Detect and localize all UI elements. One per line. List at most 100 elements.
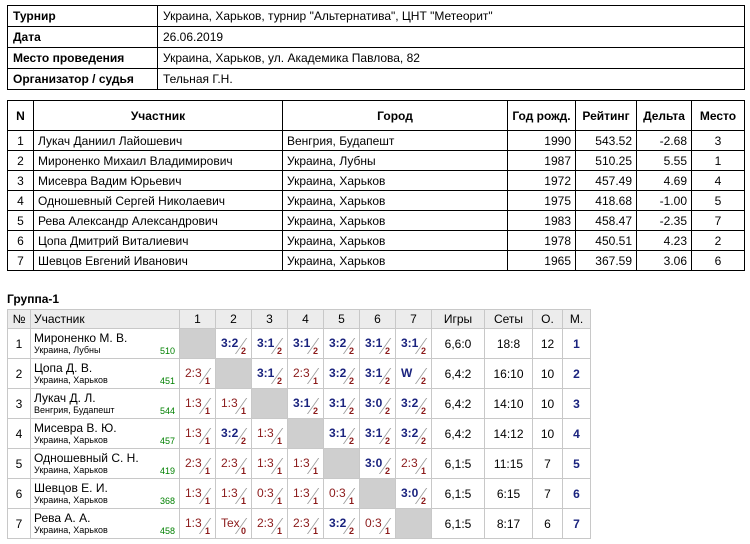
participant-birth-year: 1990: [507, 130, 576, 151]
match-result-cell: 3:1 2: [251, 358, 295, 389]
group-points: 7: [532, 448, 563, 479]
participant-birth-year: 1965: [507, 250, 576, 271]
match-score: 1:3: [257, 426, 274, 440]
group-games: 6,4:2: [431, 388, 485, 419]
group-player-name: Цопа Д. В.: [34, 360, 93, 375]
participant-city: Украина, Харьков: [282, 170, 508, 191]
participant-delta: -2.68: [636, 130, 692, 151]
match-score: Tex: [221, 516, 240, 530]
tournament-info-table: Турнир Украина, Харьков, турнир "Альтерн…: [7, 5, 745, 90]
col-header-participant: Участник: [33, 100, 283, 131]
match-score: 2:3: [257, 516, 274, 530]
match-points: 1: [240, 406, 246, 416]
group-player-rating: 451: [159, 376, 175, 386]
match-result-cell: 3:0 2: [359, 448, 403, 479]
match-result-cell: Tex 0: [215, 508, 259, 539]
match-result-cell: 1:3 1: [179, 388, 223, 419]
group-games: 6,6:0: [431, 328, 485, 359]
match-points: 1: [240, 496, 246, 506]
match-result-cell: 3:1 2: [287, 328, 331, 359]
match-points: 2: [384, 346, 390, 356]
group-player-city: Украина, Лубны: [34, 344, 101, 355]
match-score: 2:3: [185, 366, 202, 380]
group-player: Одношевный С. Н. Украина, Харьков 419: [30, 448, 180, 479]
participant-n: 3: [7, 170, 34, 191]
col-header-n: N: [7, 100, 34, 131]
participant-name: Мисевра Вадим Юрьевич: [33, 170, 283, 191]
group-points: 10: [532, 418, 563, 449]
participant-name: Рева Александр Александрович: [33, 210, 283, 231]
match-points: 1: [276, 466, 282, 476]
match-points: 1: [312, 376, 318, 386]
group-player-name: Лукач Д. Л.: [34, 390, 96, 405]
participant-birth-year: 1972: [507, 170, 576, 191]
participant-name: Лукач Даниил Лайошевич: [33, 130, 283, 151]
match-points: 2: [312, 346, 318, 356]
participant-birth-year: 1987: [507, 150, 576, 171]
match-result-cell: 3:1 2: [251, 328, 295, 359]
group-results-table: № Участник 1 2 3 4 5 6 7 Игры Сеты О. М.…: [7, 309, 591, 539]
match-result-cell: 3:0 2: [359, 388, 403, 419]
match-score: 3:0: [365, 396, 383, 410]
participant-row: 3 Мисевра Вадим Юрьевич Украина, Харьков 19…: [7, 170, 745, 191]
group-player: Мисевра В. Ю. Украина, Харьков 457: [30, 418, 180, 449]
match-points: 2: [384, 376, 390, 386]
match-points: 2: [348, 406, 354, 416]
group-col-place: М.: [562, 309, 591, 329]
match-result-cell: 3:2 2: [323, 358, 367, 389]
participant-place: 3: [691, 130, 745, 151]
group-player-rating: 419: [159, 466, 175, 476]
group-player-city: Украина, Харьков: [34, 464, 108, 475]
participant-row: 7 Шевцов Евгений Иванович Украина, Харьков…: [7, 250, 745, 271]
group-cell-self: [251, 388, 288, 419]
match-result-cell: 3:2 2: [323, 328, 367, 359]
match-score: 1:3: [257, 456, 274, 470]
col-header-birth-year: Год рожд.: [507, 100, 576, 131]
match-score: 2:3: [293, 516, 310, 530]
group-player-city: Украина, Харьков: [34, 524, 108, 535]
match-points: 1: [312, 496, 318, 506]
group-games: 6,4:2: [431, 358, 485, 389]
match-result-cell: 3:0 2: [395, 478, 439, 509]
match-result-cell: 3:2 2: [323, 508, 367, 539]
group-player-city: Украина, Харьков: [34, 494, 108, 505]
participant-n: 4: [7, 190, 34, 211]
match-result-cell: W2: [395, 358, 439, 389]
group-place: 3: [562, 388, 591, 419]
participant-name: Мироненко Михаил Владимирович: [33, 150, 283, 171]
info-label: Место проведения: [7, 47, 158, 69]
match-result-cell: 3:2 2: [395, 418, 439, 449]
group-col-participant: Участник: [30, 309, 180, 329]
match-score: 3:1: [365, 336, 383, 350]
participant-row: 2 Мироненко Михаил Владимирович Украина, Л…: [7, 150, 745, 171]
info-label: Турнир: [7, 5, 158, 27]
match-score: 0:3: [257, 486, 274, 500]
group-games: 6,4:2: [431, 418, 485, 449]
match-score: 3:2: [329, 366, 347, 380]
match-result-cell: 1:3 1: [179, 478, 223, 509]
group-cell-self: [287, 418, 324, 449]
match-points: 2: [348, 526, 354, 536]
match-score: 1:3: [293, 486, 310, 500]
col-header-city: Город: [282, 100, 508, 131]
match-result-cell: 3:1 2: [359, 328, 403, 359]
group-row-n: 5: [7, 448, 31, 479]
match-result-cell: 2:3 1: [179, 448, 223, 479]
match-result-cell: 2:3 1: [179, 358, 223, 389]
group-row-n: 6: [7, 478, 31, 509]
group-sets: 16:10: [484, 358, 533, 389]
participant-name: Цопа Дмитрий Виталиевич: [33, 230, 283, 251]
participant-city: Украина, Лубны: [282, 150, 508, 171]
participant-place: 1: [691, 150, 745, 171]
participant-n: 1: [7, 130, 34, 151]
group-player-city: Венгрия, Будапешт: [34, 404, 115, 415]
match-score: 3:1: [257, 336, 275, 350]
participant-birth-year: 1978: [507, 230, 576, 251]
match-points: 2: [384, 436, 390, 446]
group-player-name: Шевцов Е. И.: [34, 480, 108, 495]
match-score: 1:3: [185, 516, 202, 530]
match-score: 3:1: [365, 366, 383, 380]
group-player-name: Рева А. А.: [34, 510, 91, 525]
participant-place: 5: [691, 190, 745, 211]
group-cell-self: [323, 448, 360, 479]
